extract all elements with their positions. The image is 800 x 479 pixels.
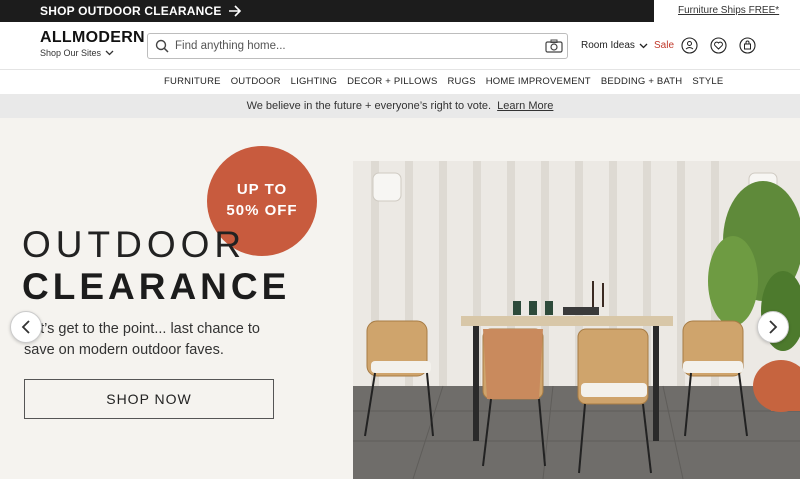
- category-nav: FURNITURE OUTDOOR LIGHTING DECOR + PILLO…: [0, 71, 800, 93]
- nav-item-bedding-bath[interactable]: BEDDING + BATH: [601, 76, 683, 87]
- nav-item-home-improvement[interactable]: HOME IMPROVEMENT: [486, 76, 591, 87]
- site-header: ALLMODERN Shop Our Sites Room Ideas Sale: [0, 22, 800, 70]
- badge-line1: UP TO: [236, 181, 288, 198]
- shop-our-sites-label: Shop Our Sites: [40, 48, 102, 58]
- account-icon[interactable]: [681, 37, 698, 54]
- chevron-right-icon: [769, 320, 778, 334]
- nav-item-style[interactable]: STYLE: [692, 76, 723, 87]
- badge-line2: 50% OFF: [226, 202, 298, 219]
- heart-icon[interactable]: [710, 37, 727, 54]
- notice-text: We believe in the future + everyone’s ri…: [246, 100, 492, 112]
- nav-item-lighting[interactable]: LIGHTING: [291, 76, 337, 87]
- learn-more-link[interactable]: Learn More: [497, 100, 553, 112]
- free-shipping-link[interactable]: Furniture Ships FREE*: [678, 5, 779, 16]
- room-ideas-label: Room Ideas: [581, 40, 635, 51]
- camera-icon[interactable]: [545, 39, 563, 53]
- promo-text: SHOP OUTDOOR CLEARANCE: [40, 4, 222, 18]
- hero-image[interactable]: [353, 161, 800, 479]
- hero-title-line2: CLEARANCE: [22, 266, 291, 307]
- bag-icon[interactable]: [739, 37, 756, 54]
- chevron-down-icon: [639, 43, 648, 48]
- hero-banner: UP TO 50% OFF OUTDOOR CLEARANCE Let’s ge…: [0, 118, 800, 479]
- nav-item-rugs[interactable]: RUGS: [447, 76, 475, 87]
- category-nav-list: FURNITURE OUTDOOR LIGHTING DECOR + PILLO…: [164, 76, 733, 87]
- chevron-down-icon: [105, 50, 114, 56]
- hero-title-line1: OUTDOOR: [22, 224, 247, 265]
- shop-our-sites-dropdown[interactable]: Shop Our Sites: [40, 48, 114, 58]
- search-icon[interactable]: [155, 39, 169, 53]
- nav-item-furniture[interactable]: FURNITURE: [164, 76, 221, 87]
- chevron-left-icon: [21, 320, 30, 334]
- promo-link[interactable]: SHOP OUTDOOR CLEARANCE: [40, 4, 242, 18]
- logo[interactable]: ALLMODERN: [40, 29, 145, 47]
- nav-item-decor-pillows[interactable]: DECOR + PILLOWS: [347, 76, 437, 87]
- search-input[interactable]: [175, 37, 535, 55]
- nav-item-outdoor[interactable]: OUTDOOR: [231, 76, 281, 87]
- room-ideas-dropdown[interactable]: Room Ideas: [581, 40, 648, 51]
- promo-bar: SHOP OUTDOOR CLEARANCE Furniture Ships F…: [0, 0, 800, 22]
- hero-subtitle: Let’s get to the point... last chance to…: [24, 321, 260, 358]
- carousel-next-button[interactable]: [757, 311, 789, 343]
- shop-now-button[interactable]: SHOP NOW: [24, 379, 274, 419]
- sale-link[interactable]: Sale: [654, 40, 674, 51]
- search-bar: [147, 33, 568, 59]
- carousel-prev-button[interactable]: [10, 311, 42, 343]
- patio-dining-scene: [353, 161, 800, 479]
- promo-banner[interactable]: SHOP OUTDOOR CLEARANCE: [0, 0, 654, 22]
- voting-notice: We believe in the future + everyone’s ri…: [0, 94, 800, 118]
- arrow-right-icon: [228, 5, 241, 17]
